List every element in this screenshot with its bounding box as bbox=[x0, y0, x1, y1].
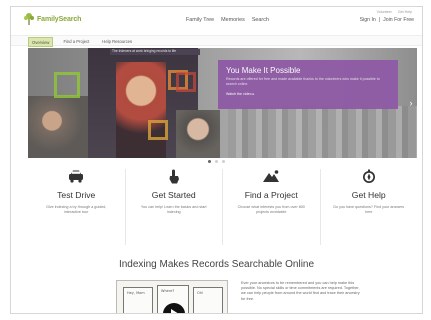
browser-page: FamilySearch Family Tree Memories Search… bbox=[10, 6, 423, 314]
decorative-square bbox=[54, 72, 80, 98]
nav-memories[interactable]: Memories bbox=[221, 17, 245, 23]
indexing-video-thumbnail[interactable]: Hey, Mom Where? Oh! bbox=[116, 280, 228, 313]
car-icon bbox=[69, 170, 84, 183]
subnav-help-resources[interactable]: Help Resources bbox=[99, 37, 135, 47]
logo-text: FamilySearch bbox=[37, 15, 82, 23]
account-links: Sign In | Join For Free bbox=[360, 17, 414, 23]
decorative-square bbox=[148, 120, 168, 140]
familysearch-logo[interactable]: FamilySearch bbox=[23, 12, 81, 26]
link-separator: | bbox=[378, 17, 381, 23]
comic-speech-text: Where? bbox=[161, 289, 175, 293]
carousel-dot[interactable] bbox=[215, 160, 218, 163]
feature-description: You can help! Learn the basics and start… bbox=[140, 205, 207, 214]
tree-logo-icon bbox=[24, 13, 34, 25]
subnav-find-project[interactable]: Find a Project bbox=[60, 37, 92, 47]
volunteer-link[interactable]: Volunteer bbox=[377, 10, 392, 14]
compass-icon bbox=[362, 169, 375, 183]
nav-search[interactable]: Search bbox=[252, 17, 269, 23]
mountain-icon bbox=[263, 170, 280, 182]
feature-description: Give indexing a try through a guided, in… bbox=[46, 205, 107, 214]
get-help-link[interactable]: Get Help bbox=[398, 10, 412, 14]
header: FamilySearch Family Tree Memories Search… bbox=[11, 7, 422, 35]
feature-title: Get Help bbox=[351, 190, 386, 200]
feature-get-help[interactable]: Get Help Do you have questions? Find you… bbox=[321, 169, 418, 245]
comic-speech-text: Hey, Mom bbox=[127, 291, 145, 295]
sign-in-link[interactable]: Sign In bbox=[360, 17, 376, 23]
indexing-section-title: Indexing Makes Records Searchable Online bbox=[118, 259, 315, 270]
utility-links: Volunteer Get Help bbox=[377, 10, 412, 14]
feature-title: Find a Project bbox=[244, 190, 298, 200]
hero-title: You Make It Possible bbox=[226, 66, 301, 75]
feature-get-started[interactable]: Get Started You can help! Learn the basi… bbox=[126, 169, 223, 245]
watch-video-link[interactable]: Watch the video ▸ bbox=[226, 92, 254, 96]
feature-row: Test Drive Give indexing a try through a… bbox=[28, 169, 417, 245]
hero-description: Records are offered for free and made av… bbox=[226, 77, 380, 86]
feature-description: Do you have questions? Find your answers… bbox=[333, 205, 405, 214]
hero-photo-man-left bbox=[28, 96, 88, 158]
nav-family-tree[interactable]: Family Tree bbox=[186, 17, 214, 23]
carousel-next-arrow-icon[interactable]: › bbox=[407, 97, 415, 109]
indexing-description: Ever your ancestors to be remembered and… bbox=[241, 281, 360, 301]
carousel-dots bbox=[11, 160, 422, 163]
carousel-dot[interactable] bbox=[222, 160, 225, 163]
carousel-dot[interactable] bbox=[208, 160, 211, 163]
feature-find-a-project[interactable]: Find a Project Choose what interests you… bbox=[223, 169, 321, 245]
pointer-hand-icon bbox=[169, 169, 179, 184]
subnav-overview[interactable]: Overview bbox=[28, 37, 54, 47]
hero-background-photo bbox=[228, 106, 417, 158]
feature-test-drive[interactable]: Test Drive Give indexing a try through a… bbox=[28, 169, 126, 245]
hero-carousel[interactable]: The Indexers at work bringing records to… bbox=[28, 48, 417, 158]
feature-description: Choose what interests you from over 800 … bbox=[237, 205, 305, 214]
sub-navigation: Overview Find a Project Help Resources bbox=[11, 35, 422, 47]
main-nav: Family Tree Memories Search bbox=[186, 17, 269, 23]
hero-photo-man-right bbox=[176, 110, 220, 158]
decorative-square bbox=[176, 72, 196, 92]
comic-speech-text: Oh! bbox=[197, 291, 204, 295]
hero-overlay-panel: You Make It Possible Records are offered… bbox=[218, 60, 398, 109]
feature-title: Test Drive bbox=[57, 190, 96, 200]
hero-caption: The Indexers at work bringing records to… bbox=[112, 49, 177, 53]
hero-photo-woman bbox=[116, 62, 166, 158]
join-link[interactable]: Join For Free bbox=[383, 17, 414, 23]
feature-title: Get Started bbox=[151, 190, 196, 200]
